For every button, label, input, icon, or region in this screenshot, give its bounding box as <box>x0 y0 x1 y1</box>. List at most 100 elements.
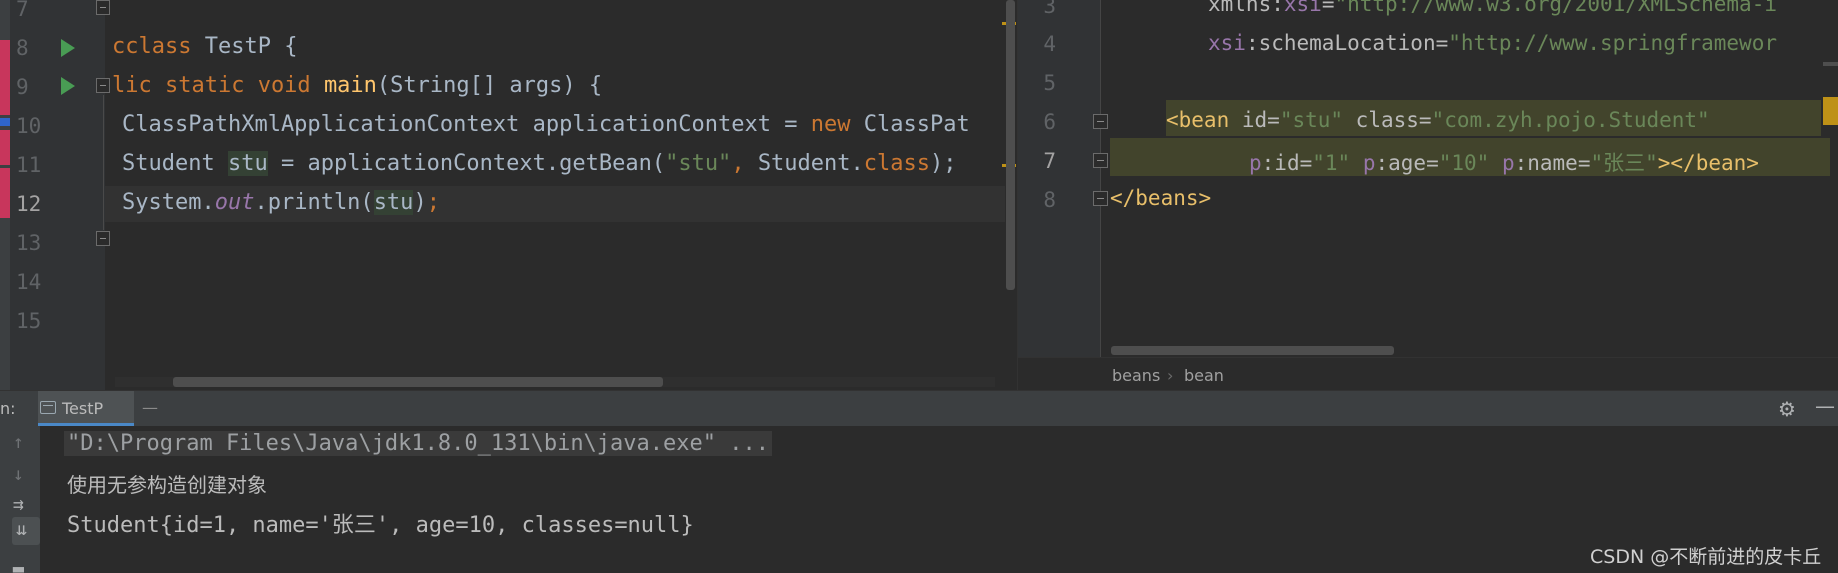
change-marker <box>0 40 10 115</box>
scroll-to-end-icon: ⇊ <box>16 519 27 540</box>
tab-label: TestP <box>62 399 104 418</box>
line-number: 8 <box>1043 188 1056 212</box>
code-token: id <box>1241 108 1268 132</box>
change-marker <box>0 118 10 126</box>
code-token: = <box>1267 108 1280 132</box>
code-token: "1" <box>1312 151 1351 175</box>
run-main-icon[interactable] <box>61 77 75 95</box>
code-token: "com.zyh.pojo.Student" <box>1431 108 1710 132</box>
code-token: p <box>1249 151 1262 175</box>
line-number: 15 <box>16 309 42 333</box>
code-token: ClassPat <box>850 112 970 137</box>
horizontal-scrollbar[interactable] <box>1111 346 1394 355</box>
line-number: 9 <box>16 75 29 99</box>
code-token: System. <box>122 190 215 215</box>
fold-icon[interactable] <box>1093 114 1108 129</box>
console-output[interactable]: "D:\Program Files\Java\jdk1.8.0_131\bin\… <box>40 426 1838 573</box>
close-tab-icon[interactable]: — <box>142 398 158 417</box>
up-arrow-icon[interactable]: ↑ <box>13 432 24 453</box>
code-token: lic static void <box>112 73 311 98</box>
code-line-12[interactable]: System.out.println(stu); <box>122 190 440 215</box>
code-token: xsi <box>1283 0 1322 16</box>
run-toolbar: ↑ ↓ ⇉ ⇊ ▂ <box>0 426 40 573</box>
tab-testp[interactable]: TestP <box>38 391 134 426</box>
code-token: :name <box>1514 151 1578 175</box>
code-token: class <box>863 151 931 176</box>
gutter-divider <box>1100 0 1101 357</box>
console-line: Student{id=1, name='张三', age=10, classes… <box>67 513 694 538</box>
line-number: 13 <box>16 231 42 255</box>
change-marker <box>0 130 10 165</box>
code-line-9[interactable]: lic static void main(String[] args) { <box>112 73 602 98</box>
code-token: : <box>1271 0 1284 16</box>
code-token: :id <box>1261 151 1300 175</box>
fold-icon[interactable] <box>96 231 110 246</box>
fold-guide <box>103 95 104 230</box>
xml-line-3[interactable]: xmlns:xsi="http://www.w3.org/2001/XMLSch… <box>1208 0 1777 16</box>
run-tool-window: n: TestP — ⚙ — ↑ ↓ ⇉ ⇊ ▂ "D:\Program Fil… <box>0 390 1838 573</box>
code-token: "10" <box>1438 151 1490 175</box>
code-token: xmlns <box>1208 0 1272 16</box>
code-token: :age <box>1375 151 1427 175</box>
xml-editor[interactable]: 3 4 5 6 7 8 xmlns:xsi="http://www.w3.org… <box>1017 0 1838 390</box>
horizontal-scrollbar[interactable] <box>173 377 663 387</box>
change-marker <box>0 168 10 218</box>
code-token: = <box>1321 0 1335 16</box>
fold-icon[interactable] <box>1093 153 1108 168</box>
soft-wrap-icon[interactable]: ⇉ <box>13 494 24 515</box>
line-number: 8 <box>16 36 29 60</box>
code-token: : <box>1245 31 1259 55</box>
code-token: Student <box>122 151 228 176</box>
code-token: schemaLocation <box>1258 31 1436 55</box>
fold-icon[interactable] <box>96 0 110 15</box>
line-number: 4 <box>1043 32 1056 56</box>
code-token: "张三" <box>1590 151 1658 175</box>
xml-line-8[interactable]: </beans> <box>1110 186 1211 210</box>
code-token: stu <box>373 190 414 215</box>
line-number: 7 <box>16 0 29 21</box>
breadcrumb-separator: › <box>1167 366 1174 385</box>
code-token: ) <box>413 190 427 215</box>
code-token: c <box>112 34 126 59</box>
java-editor[interactable]: 7 8 9 10 11 12 13 14 15 cclass TestP { l… <box>0 0 1017 390</box>
xml-line-7[interactable]: p:id="1" p:age="10" p:name="张三"></bean> <box>1249 147 1759 177</box>
code-token: p <box>1350 151 1376 175</box>
xml-line-6[interactable]: <bean id="stu" class="com.zyh.pojo.Stude… <box>1166 108 1710 132</box>
run-label: n: <box>0 399 16 418</box>
run-class-icon[interactable] <box>61 39 75 57</box>
line-number: 10 <box>16 114 42 138</box>
breadcrumb-bean[interactable]: bean <box>1184 366 1224 385</box>
code-line-8[interactable]: cclass TestP { <box>112 34 297 59</box>
down-arrow-icon[interactable]: ↓ <box>13 464 24 485</box>
breadcrumb: beans › bean <box>1018 357 1838 390</box>
code-token: "stu" <box>665 151 732 176</box>
vertical-scrollbar[interactable] <box>1006 0 1015 290</box>
console-icon <box>40 401 56 414</box>
console-line: 使用无参构造创建对象 <box>67 473 267 497</box>
line-number: 5 <box>1043 71 1056 95</box>
code-token: </beans> <box>1110 186 1212 210</box>
code-token: = <box>1418 108 1432 132</box>
code-token: "stu" <box>1279 108 1344 132</box>
code-line-10[interactable]: ClassPathXmlApplicationContext applicati… <box>122 112 970 137</box>
breadcrumb-beans[interactable]: beans <box>1112 366 1160 385</box>
code-token: = applicationContext.getBean( <box>267 151 666 176</box>
fold-icon[interactable] <box>96 78 110 93</box>
xml-line-4[interactable]: xsi:schemaLocation="http://www.springfra… <box>1208 31 1777 55</box>
line-number: 12 <box>16 192 42 216</box>
minimize-icon[interactable]: — <box>1815 394 1835 418</box>
code-line-11[interactable]: Student stu = applicationContext.getBean… <box>122 151 957 176</box>
code-token: ClassPathXmlApplicationContext applicati… <box>122 112 811 137</box>
selection-marker[interactable] <box>1823 97 1838 125</box>
code-token: TestP { <box>191 34 298 59</box>
print-icon[interactable]: ▂ <box>13 552 24 573</box>
scroll-to-end-button[interactable]: ⇊ <box>12 517 40 545</box>
code-token: = <box>1435 31 1449 55</box>
code-token: "http://www.w3.org/2001/XMLSchema-i <box>1334 0 1777 16</box>
code-token: = <box>1299 151 1313 175</box>
code-token: "http://www.springframewor <box>1448 31 1777 55</box>
line-number: 6 <box>1043 110 1056 134</box>
fold-icon[interactable] <box>1093 191 1108 206</box>
code-token: new <box>810 112 851 137</box>
gear-icon[interactable]: ⚙ <box>1778 397 1796 421</box>
